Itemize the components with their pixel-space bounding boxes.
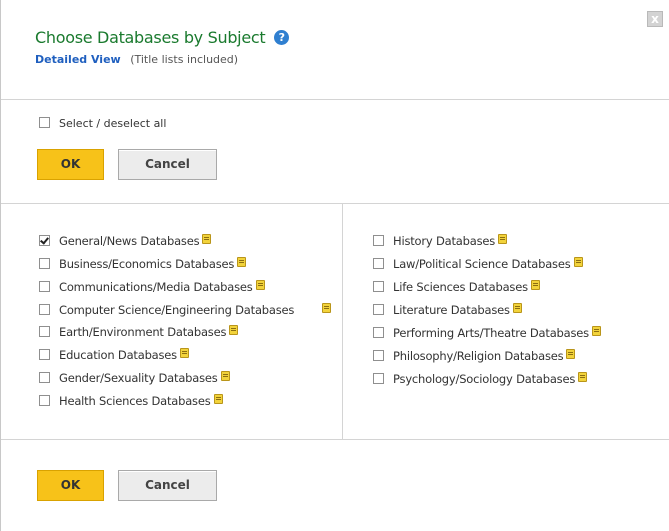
help-icon[interactable]: ? (274, 30, 290, 45)
database-checkbox[interactable] (39, 281, 50, 292)
database-checkbox[interactable] (39, 395, 50, 406)
database-checkbox[interactable] (39, 258, 50, 269)
database-label[interactable]: Computer Science/Engineering Databases (59, 302, 319, 318)
database-list-right: History Databases Law/Political Science D… (373, 233, 663, 394)
divider (1, 203, 669, 204)
database-checkbox[interactable] (39, 372, 50, 383)
database-label[interactable]: Psychology/Sociology Databases (393, 372, 575, 386)
database-label[interactable]: Education Databases (59, 348, 177, 362)
database-item[interactable]: Earth/Environment Databases (39, 324, 334, 341)
database-checkbox[interactable] (39, 326, 50, 337)
note-icon[interactable] (220, 371, 230, 381)
database-checkbox[interactable] (373, 373, 384, 384)
database-item[interactable]: Philosophy/Religion Databases (373, 348, 663, 365)
database-checkbox[interactable] (373, 235, 384, 246)
database-label[interactable]: Law/Political Science Databases (393, 257, 571, 271)
database-checkbox[interactable] (373, 258, 384, 269)
note-icon[interactable] (566, 349, 576, 359)
database-label[interactable]: Life Sciences Databases (393, 280, 528, 294)
database-item[interactable]: Literature Databases (373, 302, 663, 319)
database-item[interactable]: Education Databases (39, 347, 334, 364)
detailed-view-link[interactable]: Detailed View (35, 53, 121, 66)
note-icon[interactable] (179, 348, 189, 358)
database-label[interactable]: Gender/Sexuality Databases (59, 371, 218, 385)
database-item[interactable]: General/News Databases (39, 233, 334, 250)
note-icon[interactable] (573, 257, 583, 267)
database-checkbox[interactable] (39, 349, 50, 360)
database-label[interactable]: Communications/Media Databases (59, 280, 253, 294)
database-checkbox[interactable] (373, 304, 384, 315)
ok-button-bottom[interactable]: OK (37, 470, 104, 501)
database-item[interactable]: Computer Science/Engineering Databases (39, 302, 334, 318)
select-all-checkbox[interactable] (39, 117, 50, 128)
database-checkbox[interactable] (39, 304, 50, 315)
database-item[interactable]: Communications/Media Databases (39, 279, 334, 296)
database-checkbox[interactable] (39, 235, 50, 246)
database-item[interactable]: History Databases (373, 233, 663, 250)
ok-button-top[interactable]: OK (37, 149, 104, 180)
database-item[interactable]: Psychology/Sociology Databases (373, 371, 663, 388)
database-label[interactable]: General/News Databases (59, 234, 200, 248)
note-icon[interactable] (512, 303, 522, 313)
note-icon[interactable] (229, 325, 239, 335)
database-item[interactable]: Life Sciences Databases (373, 279, 663, 296)
subtitle: Detailed View (Title lists included) (35, 53, 238, 66)
database-item[interactable]: Health Sciences Databases (39, 393, 334, 410)
dialog-title: Choose Databases by Subject ? (35, 28, 290, 47)
database-item[interactable]: Performing Arts/Theatre Databases (373, 325, 663, 342)
cancel-button-bottom[interactable]: Cancel (118, 470, 217, 501)
note-icon[interactable] (322, 303, 331, 313)
cancel-button-top[interactable]: Cancel (118, 149, 217, 180)
note-icon[interactable] (591, 326, 601, 336)
detailed-view-note: (Title lists included) (130, 53, 239, 66)
column-divider (342, 203, 343, 439)
select-all-row[interactable]: Select / deselect all (39, 117, 166, 130)
dialog-title-text: Choose Databases by Subject (35, 28, 266, 47)
database-item[interactable]: Business/Economics Databases (39, 256, 334, 273)
select-all-label: Select / deselect all (59, 117, 167, 130)
database-checkbox[interactable] (373, 281, 384, 292)
database-label[interactable]: Literature Databases (393, 303, 510, 317)
note-icon[interactable] (578, 372, 588, 382)
database-label[interactable]: Business/Economics Databases (59, 257, 234, 271)
note-icon[interactable] (237, 257, 247, 267)
choose-databases-dialog: x Choose Databases by Subject ? Detailed… (0, 0, 669, 531)
database-label[interactable]: Earth/Environment Databases (59, 325, 226, 339)
database-label[interactable]: Health Sciences Databases (59, 394, 211, 408)
note-icon[interactable] (202, 234, 212, 244)
database-label[interactable]: Performing Arts/Theatre Databases (393, 326, 589, 340)
divider (1, 99, 669, 100)
note-icon[interactable] (530, 280, 540, 290)
note-icon[interactable] (255, 280, 265, 290)
database-checkbox[interactable] (373, 350, 384, 361)
database-label[interactable]: History Databases (393, 234, 495, 248)
database-checkbox[interactable] (373, 327, 384, 338)
divider (1, 439, 669, 440)
database-item[interactable]: Gender/Sexuality Databases (39, 370, 334, 387)
note-icon[interactable] (498, 234, 508, 244)
close-icon[interactable]: x (647, 11, 663, 27)
database-label[interactable]: Philosophy/Religion Databases (393, 349, 564, 363)
note-icon[interactable] (213, 394, 223, 404)
database-list-left: General/News Databases Business/Economics… (39, 233, 334, 416)
database-item[interactable]: Law/Political Science Databases (373, 256, 663, 273)
